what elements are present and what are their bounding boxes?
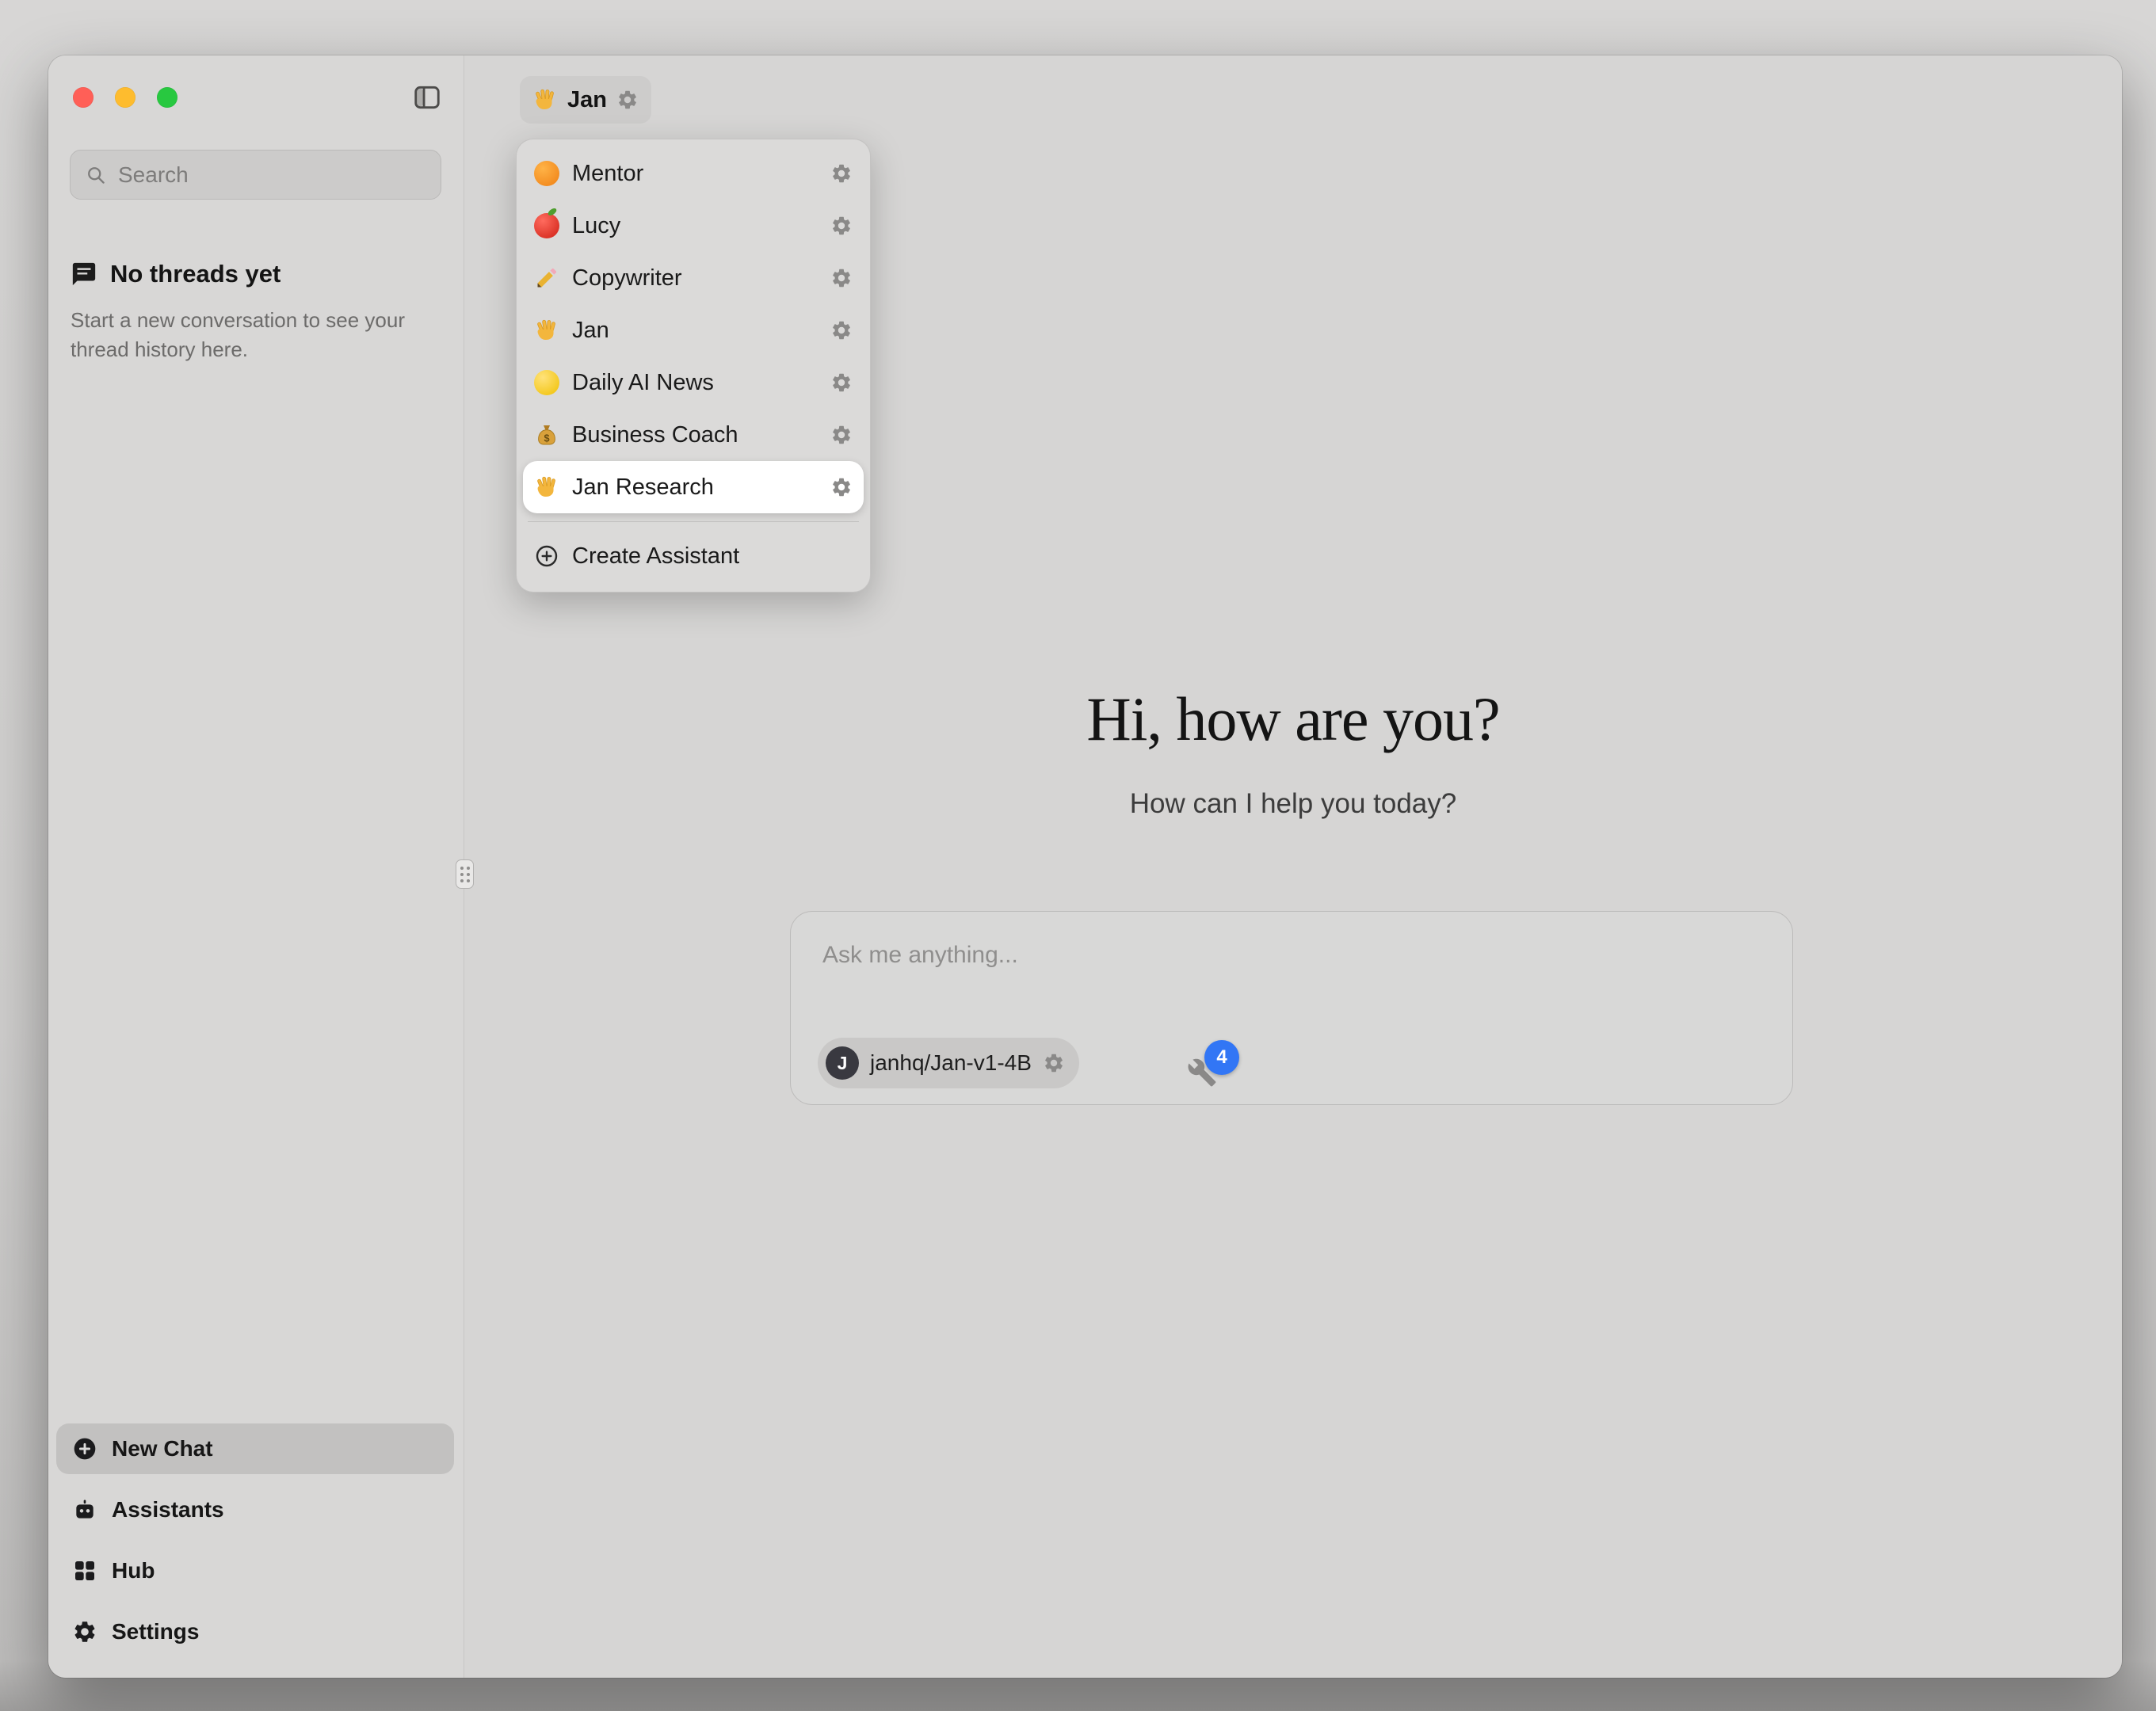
gear-icon[interactable]	[1043, 1052, 1065, 1074]
assistant-menu-item-business-coach[interactable]: Business Coach	[523, 409, 864, 461]
zoom-window-button[interactable]	[157, 87, 177, 108]
sidebar-item-new-chat[interactable]: New Chat	[56, 1423, 454, 1474]
gear-icon[interactable]	[830, 476, 853, 498]
menu-divider	[528, 521, 859, 522]
gear-icon[interactable]	[830, 319, 853, 341]
search-box[interactable]	[70, 150, 441, 200]
red-apple-icon	[534, 213, 559, 238]
nav-label: Hub	[112, 1558, 155, 1583]
threads-empty-state: No threads yet Start a new conversation …	[71, 260, 435, 364]
gear-icon	[72, 1619, 97, 1644]
sidebar-toggle-button[interactable]	[412, 82, 442, 112]
tools-count-badge: 4	[1204, 1040, 1239, 1075]
app-window: No threads yet Start a new conversation …	[48, 55, 2122, 1678]
nav-label: New Chat	[112, 1436, 213, 1461]
menu-item-label: Jan Research	[572, 474, 818, 501]
tools-button[interactable]: 4	[1185, 1045, 1241, 1092]
chat-bubble-icon	[71, 261, 97, 288]
waving-hand-icon	[534, 318, 559, 343]
menu-item-label: Mentor	[572, 161, 818, 187]
menu-item-label: Copywriter	[572, 265, 818, 292]
create-assistant-button[interactable]: Create Assistant	[523, 530, 864, 582]
sidebar-item-settings[interactable]: Settings	[56, 1606, 454, 1657]
gear-icon[interactable]	[830, 267, 853, 289]
nav-label: Assistants	[112, 1497, 224, 1522]
gear-icon[interactable]	[830, 372, 853, 394]
assistant-menu-item-jan[interactable]: Jan	[523, 304, 864, 356]
sidebar-bottom-nav: New Chat Assistants Hub Settings	[56, 1423, 454, 1657]
money-bag-icon	[534, 422, 559, 448]
gear-icon[interactable]	[830, 424, 853, 446]
model-avatar: J	[826, 1046, 859, 1080]
gear-icon[interactable]	[830, 215, 853, 237]
model-selector[interactable]: J janhq/Jan-v1-4B	[818, 1038, 1079, 1088]
menu-item-label: Daily AI News	[572, 370, 818, 396]
sidebar: No threads yet Start a new conversation …	[48, 55, 464, 1678]
minimize-window-button[interactable]	[115, 87, 135, 108]
empty-state-title: No threads yet	[110, 260, 280, 288]
assistant-menu-item-lucy[interactable]: Lucy	[523, 200, 864, 252]
search-icon	[85, 164, 107, 186]
plus-circle-icon	[534, 543, 559, 569]
greeting-subtitle: How can I help you today?	[464, 788, 2122, 820]
robot-icon	[72, 1497, 97, 1522]
window-controls	[73, 87, 177, 108]
grid-icon	[72, 1558, 97, 1583]
search-input[interactable]	[118, 162, 426, 188]
orange-circle-icon	[534, 161, 559, 186]
menu-item-label: Business Coach	[572, 422, 818, 448]
assistant-menu-item-jan-research[interactable]: Jan Research	[523, 461, 864, 513]
assistant-dropdown-menu: Mentor Lucy Copywriter Jan Daily AI News	[516, 139, 871, 593]
sidebar-item-assistants[interactable]: Assistants	[56, 1484, 454, 1535]
close-window-button[interactable]	[73, 87, 93, 108]
sidebar-resize-handle[interactable]	[456, 859, 474, 889]
main-area: Jan Mentor Lucy Copywriter Jan	[464, 55, 2122, 1678]
menu-item-label: Create Assistant	[572, 543, 853, 570]
waving-hand-icon	[534, 474, 559, 500]
chat-input-card: J janhq/Jan-v1-4B 4	[790, 911, 1793, 1105]
plus-circle-icon	[72, 1436, 97, 1461]
gear-icon[interactable]	[830, 162, 853, 185]
menu-item-label: Lucy	[572, 213, 818, 239]
sidebar-item-hub[interactable]: Hub	[56, 1545, 454, 1596]
yellow-circle-icon	[534, 370, 559, 395]
menu-item-label: Jan	[572, 318, 818, 344]
model-name: janhq/Jan-v1-4B	[870, 1050, 1032, 1076]
assistant-menu-item-copywriter[interactable]: Copywriter	[523, 252, 864, 304]
empty-state-description: Start a new conversation to see your thr…	[71, 306, 419, 364]
assistant-menu-item-mentor[interactable]: Mentor	[523, 147, 864, 200]
pencil-icon	[534, 265, 559, 291]
greeting-title: Hi, how are you?	[464, 684, 2122, 755]
chat-input[interactable]	[822, 942, 1757, 1005]
assistant-menu-item-daily-ai-news[interactable]: Daily AI News	[523, 356, 864, 409]
sidebar-toggle-icon	[412, 82, 442, 112]
nav-label: Settings	[112, 1619, 199, 1644]
